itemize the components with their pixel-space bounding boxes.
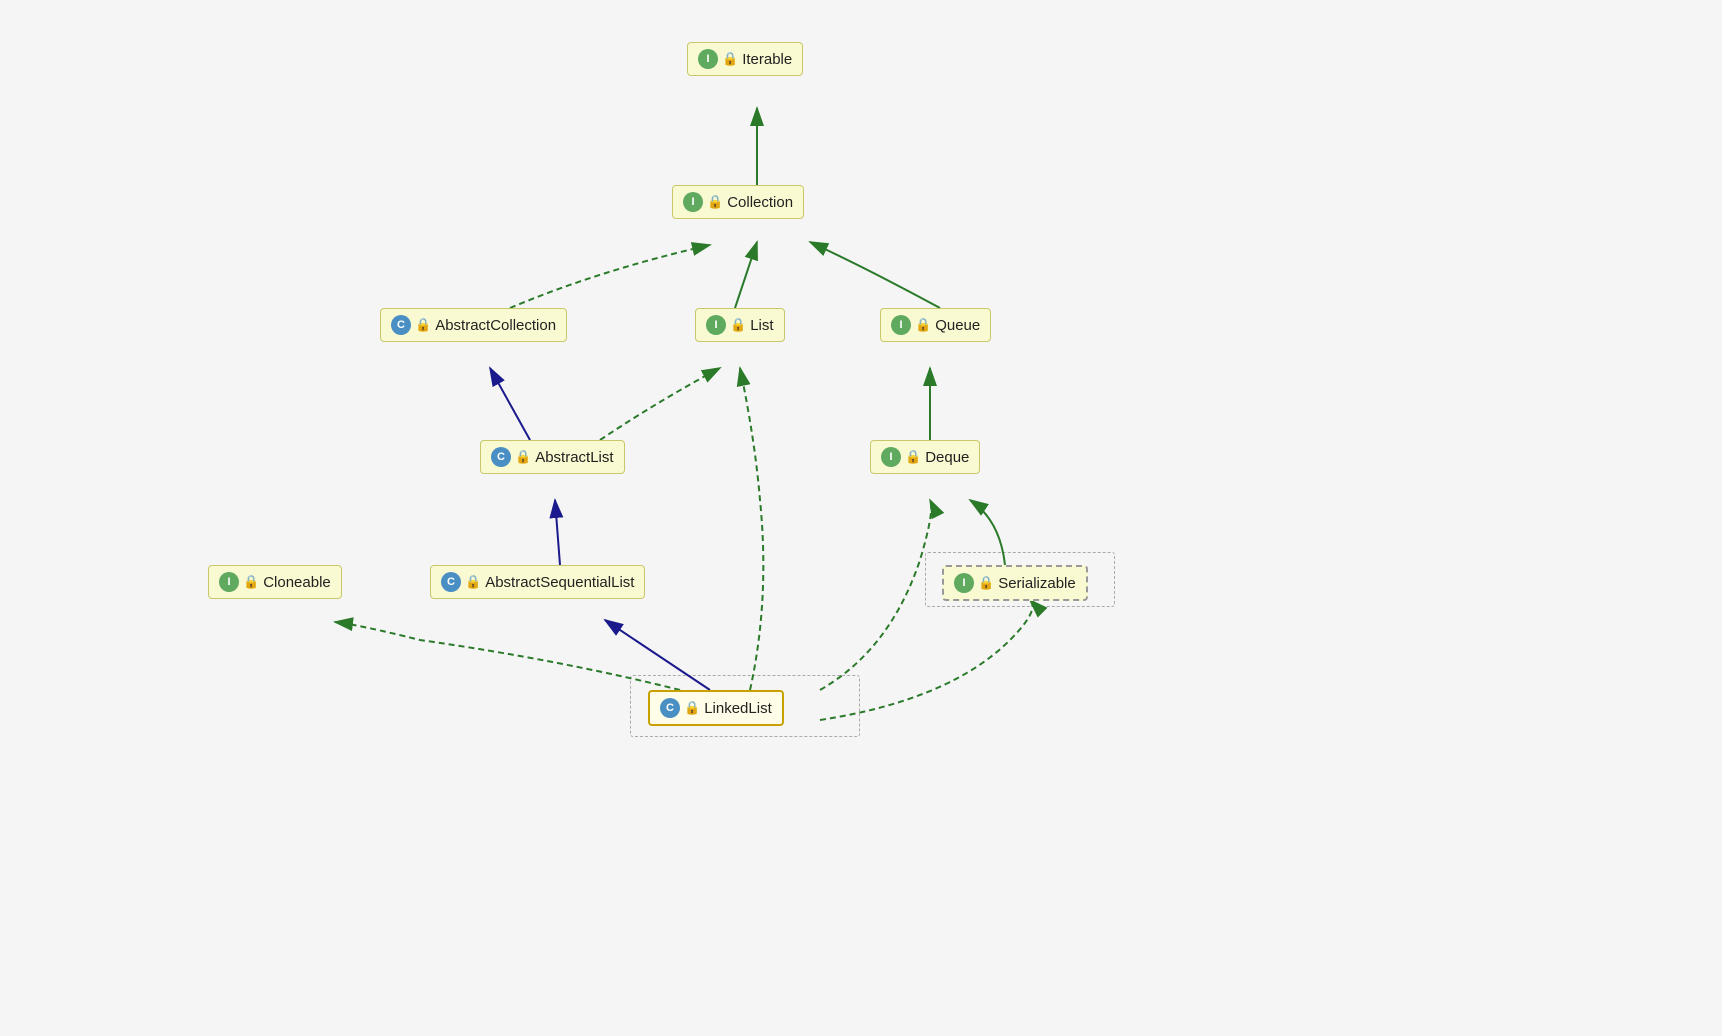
label-deque: Deque	[925, 449, 969, 466]
badge-abstractsequentiallist: C	[441, 572, 461, 592]
badge-queue: I	[891, 315, 911, 335]
serializable-to-deque	[970, 500, 1005, 565]
linkedlist-to-abstractsequentiallist	[605, 620, 710, 690]
list-to-collection	[735, 242, 757, 308]
arrows-svg	[0, 0, 1722, 1036]
linkedlist-to-deque	[820, 500, 931, 690]
label-iterable: Iterable	[742, 51, 792, 68]
linkedlist-to-list	[740, 368, 763, 690]
node-abstractcollection[interactable]: C 🔒 AbstractCollection	[380, 308, 567, 342]
lock-cloneable: 🔒	[243, 574, 259, 590]
diagram-canvas: I 🔒 Iterable I 🔒 Collection C 🔒 Abstract…	[0, 0, 1722, 1036]
node-linkedlist[interactable]: C 🔒 LinkedList	[648, 690, 784, 726]
node-iterable[interactable]: I 🔒 Iterable	[687, 42, 803, 76]
badge-cloneable: I	[219, 572, 239, 592]
node-deque[interactable]: I 🔒 Deque	[870, 440, 980, 474]
lock-abstractlist: 🔒	[515, 449, 531, 465]
node-queue[interactable]: I 🔒 Queue	[880, 308, 991, 342]
badge-iterable: I	[698, 49, 718, 69]
abstractcollection-to-collection	[510, 245, 710, 308]
abstractsequentiallist-to-abstractlist	[555, 500, 560, 565]
lock-linkedlist: 🔒	[684, 700, 700, 716]
label-serializable: Serializable	[998, 575, 1076, 592]
lock-abstractcollection: 🔒	[415, 317, 431, 333]
node-serializable[interactable]: I 🔒 Serializable	[942, 565, 1088, 601]
lock-collection: 🔒	[707, 194, 723, 210]
linkedlist-to-cloneable	[335, 622, 680, 690]
badge-serializable: I	[954, 573, 974, 593]
label-list: List	[750, 317, 773, 334]
lock-iterable: 🔒	[722, 51, 738, 67]
badge-collection: I	[683, 192, 703, 212]
node-abstractlist[interactable]: C 🔒 AbstractList	[480, 440, 625, 474]
badge-deque: I	[881, 447, 901, 467]
label-queue: Queue	[935, 317, 980, 334]
label-abstractcollection: AbstractCollection	[435, 317, 556, 334]
node-abstractsequentiallist[interactable]: C 🔒 AbstractSequentialList	[430, 565, 645, 599]
label-collection: Collection	[727, 194, 793, 211]
badge-linkedlist: C	[660, 698, 680, 718]
badge-abstractcollection: C	[391, 315, 411, 335]
badge-abstractlist: C	[491, 447, 511, 467]
node-list[interactable]: I 🔒 List	[695, 308, 785, 342]
lock-serializable: 🔒	[978, 575, 994, 591]
label-linkedlist: LinkedList	[704, 700, 772, 717]
node-cloneable[interactable]: I 🔒 Cloneable	[208, 565, 342, 599]
abstractlist-to-list	[600, 368, 720, 440]
lock-list: 🔒	[730, 317, 746, 333]
badge-list: I	[706, 315, 726, 335]
label-abstractlist: AbstractList	[535, 449, 613, 466]
lock-queue: 🔒	[915, 317, 931, 333]
label-cloneable: Cloneable	[263, 574, 331, 591]
lock-abstractsequentiallist: 🔒	[465, 574, 481, 590]
label-abstractsequentiallist: AbstractSequentialList	[485, 574, 634, 591]
abstractlist-to-abstractcollection	[490, 368, 530, 440]
queue-to-collection	[810, 242, 940, 308]
node-collection[interactable]: I 🔒 Collection	[672, 185, 804, 219]
linkedlist-to-serializable	[820, 600, 1033, 720]
lock-deque: 🔒	[905, 449, 921, 465]
